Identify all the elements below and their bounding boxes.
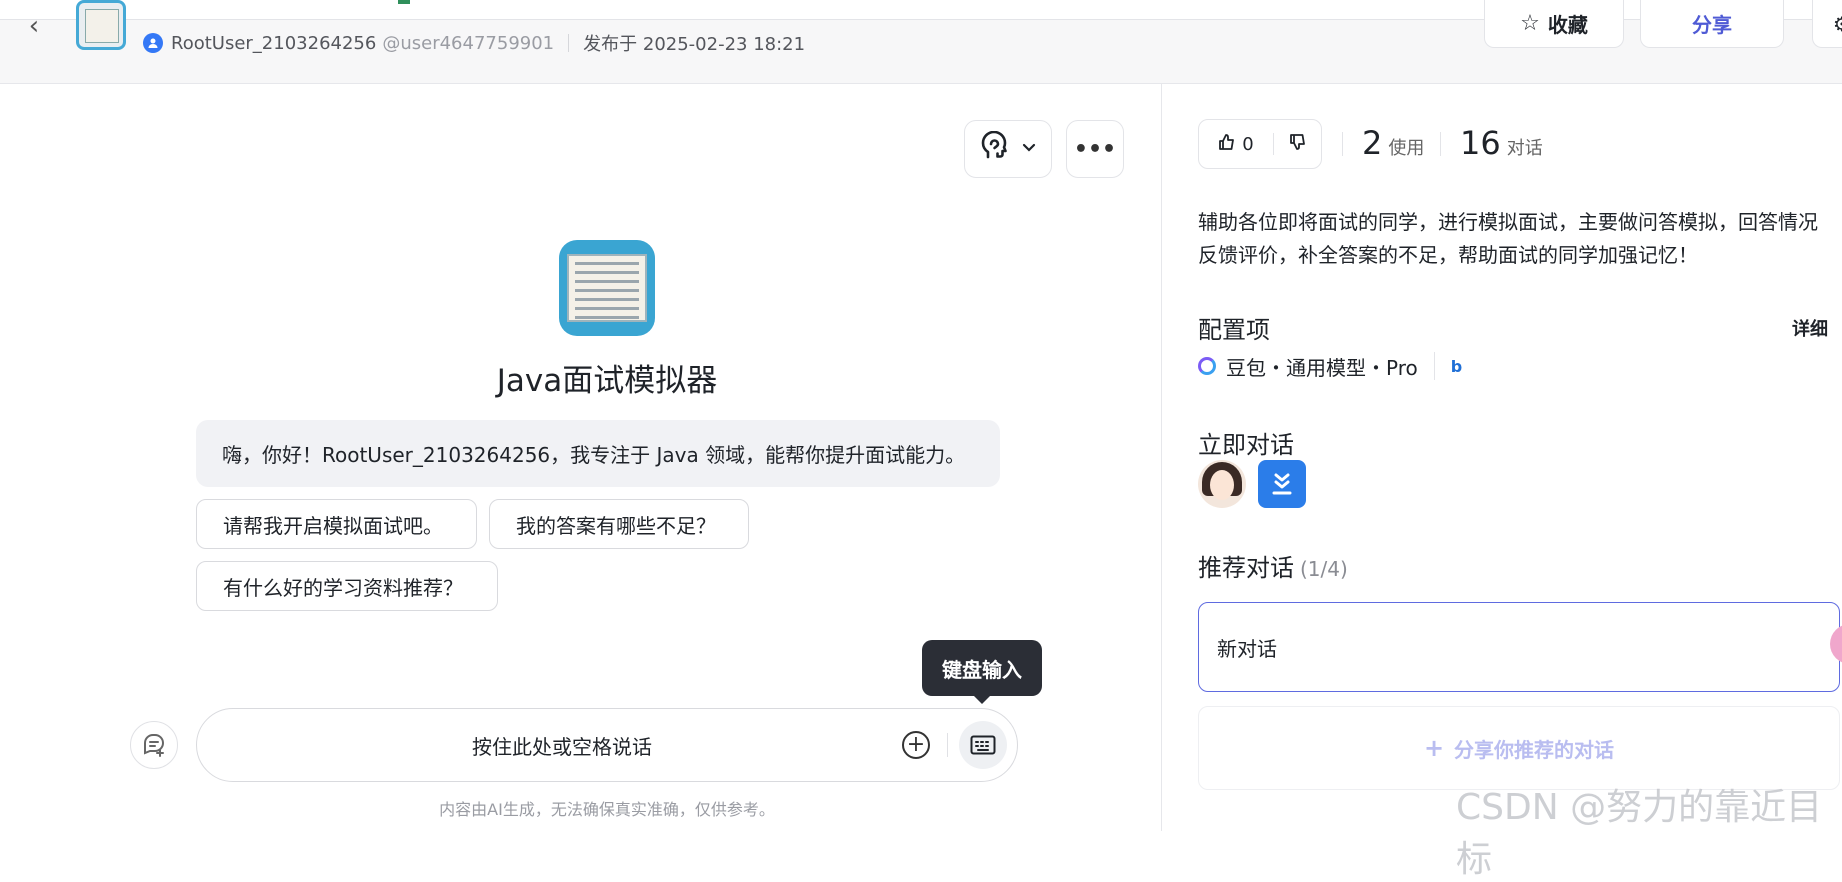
author-handle: @user4647759901 bbox=[382, 32, 555, 54]
back-icon[interactable]: ‹ bbox=[22, 11, 46, 41]
add-attachment-icon[interactable]: + bbox=[902, 731, 930, 759]
like-count: 0 bbox=[1242, 133, 1254, 155]
suggestion-chip[interactable]: 请帮我开启模拟面试吧。 bbox=[196, 499, 477, 549]
divider bbox=[947, 733, 948, 757]
like-button[interactable]: 0 bbox=[1199, 120, 1273, 168]
use-label: 使用 bbox=[1388, 138, 1425, 159]
share-recommended-label: 分享你推荐的对话 bbox=[1454, 737, 1615, 762]
tab-indicator bbox=[398, 0, 410, 4]
chat-count: 16 bbox=[1460, 124, 1501, 162]
thumbs-up-icon bbox=[1218, 133, 1236, 156]
plus-icon: + bbox=[1423, 734, 1445, 762]
use-count: 2 bbox=[1362, 124, 1383, 162]
recommended-chat-item[interactable]: 新对话 bbox=[1198, 602, 1840, 692]
bot-title: Java面试模拟器 bbox=[496, 363, 718, 399]
panel-divider bbox=[1161, 84, 1162, 831]
chevron-down-icon bbox=[1021, 139, 1037, 159]
voice-hint[interactable]: 按住此处或空格说话 bbox=[197, 709, 927, 781]
persona-avatar-icon[interactable] bbox=[1198, 460, 1246, 508]
usage-stat: 2 使用 bbox=[1362, 124, 1424, 162]
brain-icon bbox=[979, 130, 1011, 167]
thumbs-down-icon bbox=[1289, 133, 1307, 155]
suggestion-chip[interactable]: 我的答案有哪些不足？ bbox=[489, 499, 749, 549]
star-icon: ☆ bbox=[1520, 11, 1540, 36]
author-row: RootUser_2103264256 @user4647759901 发布于 … bbox=[143, 31, 805, 55]
suggestion-chip[interactable]: 有什么好的学习资料推荐？ bbox=[196, 561, 498, 611]
publish-time: 发布于 2025-02-23 18:21 bbox=[583, 34, 806, 55]
voice-input-bar[interactable]: 按住此处或空格说话 + bbox=[196, 708, 1018, 782]
model-switch-button[interactable] bbox=[964, 120, 1052, 178]
detail-link[interactable]: 详细 bbox=[1792, 315, 1828, 341]
ai-disclaimer: 内容由AI生成，无法确保真实准确，仅供参考。 bbox=[439, 800, 775, 819]
dislike-button[interactable] bbox=[1274, 133, 1321, 155]
recommend-count: (1/4) bbox=[1300, 557, 1348, 581]
vote-box: 0 bbox=[1198, 119, 1322, 169]
keyboard-input-tooltip: 键盘输入 bbox=[922, 640, 1042, 704]
bot-description: 辅助各位即将面试的同学，进行模拟面试，主要做问答模拟，回答情况反馈评价，补全答案… bbox=[1198, 210, 1818, 267]
recommend-title: 推荐对话 bbox=[1198, 554, 1294, 582]
share-button[interactable]: 分享 bbox=[1640, 0, 1784, 48]
author-name[interactable]: RootUser_2103264256 bbox=[171, 33, 376, 54]
chat-now-title: 立即对话 bbox=[1198, 431, 1294, 459]
bot-thumbnail bbox=[76, 0, 126, 50]
model-name: 豆包・通用模型・Pro bbox=[1226, 355, 1418, 380]
keyboard-icon[interactable] bbox=[959, 721, 1007, 769]
bot-avatar bbox=[559, 240, 655, 336]
chat-stat: 16 对话 bbox=[1460, 124, 1543, 162]
bing-plugin-icon[interactable]: b bbox=[1451, 357, 1462, 376]
greeting-message: 嗨，你好！RootUser_2103264256，我专注于 Java 领域，能帮… bbox=[196, 420, 1000, 487]
more-options-icon[interactable]: ••• bbox=[1066, 120, 1124, 178]
model-config-row: 豆包・通用模型・Pro b bbox=[1198, 352, 1462, 380]
divider bbox=[568, 34, 570, 52]
doubao-model-icon bbox=[1198, 357, 1216, 375]
page-header: ‹ RootUser_2103264256 @user4647759901 发布… bbox=[0, 0, 1842, 84]
divider bbox=[1440, 132, 1441, 156]
watermark: CSDN @努力的靠近目标 bbox=[1456, 787, 1823, 880]
chat-label: 对话 bbox=[1506, 138, 1543, 159]
settings-icon[interactable]: ⚙ bbox=[1812, 0, 1842, 48]
favorite-button[interactable]: ☆ 收藏 bbox=[1484, 0, 1624, 48]
user-icon bbox=[143, 33, 163, 53]
recommend-title-row: 推荐对话 (1/4) bbox=[1198, 548, 1348, 583]
divider bbox=[1342, 132, 1343, 156]
favorite-label: 收藏 bbox=[1547, 13, 1588, 37]
app-download-icon[interactable] bbox=[1258, 460, 1306, 508]
share-label: 分享 bbox=[1692, 13, 1732, 37]
new-chat-icon[interactable] bbox=[130, 721, 178, 769]
config-title: 配置项 bbox=[1198, 316, 1270, 344]
